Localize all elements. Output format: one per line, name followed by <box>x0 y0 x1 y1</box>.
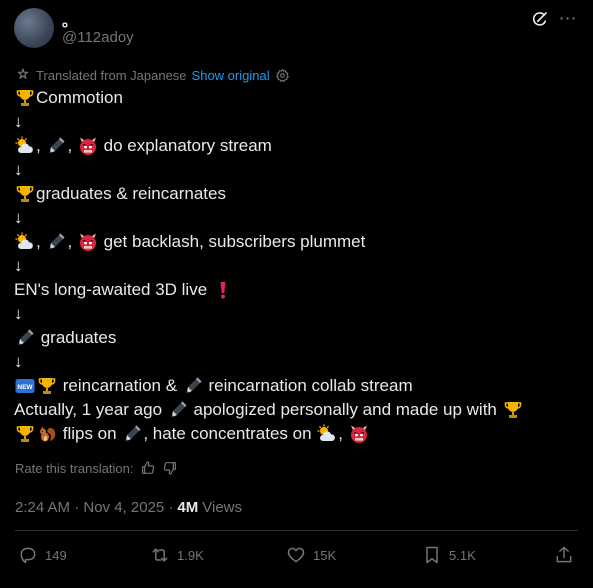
translate-icon <box>17 68 29 79</box>
rate-translation-label: Rate this translation: <box>15 460 134 476</box>
oni-emoji-icon <box>349 424 369 444</box>
sun-emoji-icon <box>15 232 35 252</box>
tweet-text-segment: graduates & reincarnates <box>36 184 226 203</box>
heart-icon <box>287 547 305 563</box>
squirrel-emoji-icon <box>37 424 57 444</box>
tweet-text-segment: , <box>36 232 46 251</box>
pen-emoji-icon <box>122 424 142 444</box>
author-display-name[interactable]: 。 <box>62 10 77 31</box>
tweet-line: , , get backlash, subscribers plummet <box>14 230 580 254</box>
like-button[interactable]: 15K <box>286 545 336 565</box>
retweet-count: 1.9K <box>177 547 204 563</box>
sun-emoji-icon <box>317 424 337 444</box>
tweet-text-segment: Actually, 1 year ago <box>14 400 167 419</box>
tweet-text-segment: , hate concentrates on <box>143 424 317 443</box>
tweet-line: graduates <box>14 326 580 350</box>
trophy-emoji-icon <box>15 88 35 108</box>
sun-emoji-icon <box>15 136 35 156</box>
tweet-text-segment: ↓ <box>14 256 23 275</box>
tweet-text-segment: Commotion <box>36 88 123 107</box>
tweet-text-segment: do explanatory stream <box>98 136 272 155</box>
grok-icon[interactable] <box>531 10 549 28</box>
tweet-header: 。 @112adoy ⋯ <box>14 8 579 48</box>
bookmark-button[interactable]: 5.1K <box>422 545 476 565</box>
thumbs-up-icon[interactable] <box>140 460 156 476</box>
views-label: Views <box>202 499 243 516</box>
tweet-text-segment: apologized personally and made up with <box>188 400 502 419</box>
trophy-emoji-icon <box>15 424 35 444</box>
more-options-icon[interactable]: ⋯ <box>557 8 579 30</box>
tweet-text-segment: , <box>67 136 77 155</box>
tweet-text: Commotion ↓, , do explanatory stream ↓ grad… <box>14 86 580 446</box>
retweet-icon <box>152 548 168 562</box>
pen-emoji-icon <box>183 376 203 396</box>
avatar[interactable] <box>14 8 54 48</box>
tweet-line: ↓ <box>14 110 580 134</box>
share-button[interactable] <box>554 545 574 565</box>
reply-count: 149 <box>45 547 67 563</box>
oni-emoji-icon <box>78 136 98 156</box>
exclaim-emoji-icon <box>213 280 233 300</box>
tweet-line: , , do explanatory stream <box>14 134 580 158</box>
rate-translation: Rate this translation: <box>15 460 178 476</box>
tweet-text-segment: , <box>67 232 77 251</box>
reply-button[interactable]: 149 <box>18 545 67 565</box>
views-count: 4M <box>177 499 199 516</box>
tweet-text-segment: ↓ <box>14 304 23 323</box>
pen-emoji-icon <box>46 232 66 252</box>
timestamp[interactable]: 2:24 AM · Nov 4, 2025 · <box>15 499 173 516</box>
tweet-text-segment: flips on <box>58 424 122 443</box>
reply-icon <box>20 547 36 564</box>
bookmark-icon <box>426 546 438 564</box>
gear-icon[interactable] <box>275 68 290 83</box>
translation-label: Translated from Japanese <box>36 67 187 83</box>
tweet-line: ↓ <box>14 302 580 326</box>
trophy-emoji-icon <box>503 400 523 420</box>
retweet-button[interactable]: 1.9K <box>150 545 204 565</box>
show-original-link[interactable]: Show original <box>192 68 270 83</box>
tweet-text-segment: ↓ <box>14 112 23 131</box>
oni-emoji-icon <box>78 232 98 252</box>
tweet-line: ↓ <box>14 206 580 230</box>
tweet-text-segment: reincarnation collab stream <box>203 376 413 395</box>
author-handle[interactable]: @112adoy <box>62 29 134 46</box>
trophy-emoji-icon <box>37 376 57 396</box>
action-bar: 149 1.9K 15K 5.1K <box>18 545 575 571</box>
translation-notice: Translated from Japanese Show original <box>15 66 290 84</box>
tweet-line: EN's long-awaited 3D live <box>14 278 580 302</box>
tweet-text-segment: ↓ <box>14 352 23 371</box>
trophy-emoji-icon <box>15 184 35 204</box>
tweet-line: graduates & reincarnates <box>14 182 580 206</box>
pen-emoji-icon <box>46 136 66 156</box>
tweet-line: ↓ <box>14 350 580 374</box>
share-icon <box>556 546 572 563</box>
tweet-text-segment: get backlash, subscribers plummet <box>98 232 366 251</box>
tweet-meta: 2:24 AM · Nov 4, 2025 · 4M Views <box>15 499 242 516</box>
tweet-text-segment: , <box>36 136 46 155</box>
tweet-text-segment: EN's long-awaited 3D live <box>14 280 212 299</box>
tweet-text-segment: graduates <box>36 328 117 347</box>
pen-emoji-icon <box>168 400 188 420</box>
tweet-text-segment: ↓ <box>14 160 23 179</box>
tweet-line: ↓ <box>14 254 580 278</box>
tweet-line: flips on , hate concentrates on , <box>14 422 580 446</box>
tweet-text-segment: reincarnation & <box>58 376 182 395</box>
bookmark-count: 5.1K <box>449 547 476 563</box>
like-count: 15K <box>313 547 337 563</box>
tweet-line: NEW reincarnation & reincarnation collab… <box>14 374 580 398</box>
tweet-line: Commotion <box>14 86 580 110</box>
tweet-text-segment: , <box>338 424 348 443</box>
pen-emoji-icon <box>15 328 35 348</box>
new-emoji-icon: NEW <box>15 376 35 396</box>
tweet-line: ↓ <box>14 158 580 182</box>
divider <box>15 530 578 531</box>
thumbs-down-icon[interactable] <box>162 460 178 476</box>
tweet-text-segment: ↓ <box>14 208 23 227</box>
tweet-line: Actually, 1 year ago apologized personal… <box>14 398 580 422</box>
svg-text:NEW: NEW <box>17 384 33 391</box>
